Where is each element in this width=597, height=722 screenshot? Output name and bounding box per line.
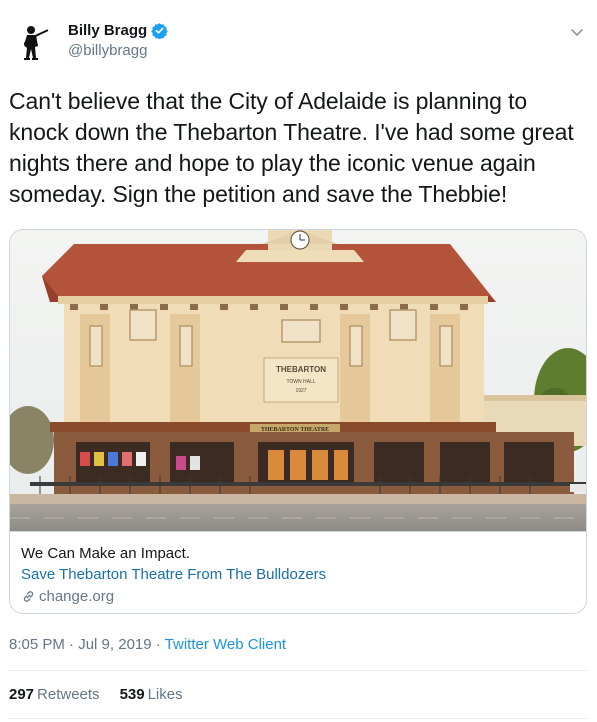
- display-name[interactable]: Billy Bragg: [68, 22, 147, 39]
- card-description: We Can Make an Impact.: [21, 545, 190, 562]
- tweet-date[interactable]: Jul 9, 2019: [78, 636, 151, 653]
- link-preview-card[interactable]: THEBARTON TOWN HALL 1927 THEBARTON THEAT…: [9, 229, 587, 614]
- plaque-subtitle: TOWN HALL: [286, 379, 315, 385]
- display-name-row[interactable]: Billy Bragg: [68, 22, 168, 39]
- likes-count: 539: [119, 686, 145, 703]
- plaque-year: 1927: [295, 388, 306, 394]
- retweets-count: 297: [9, 686, 35, 703]
- tweet-source-link[interactable]: Twitter Web Client: [165, 636, 286, 653]
- tweet-meta: 8:05 PM · Jul 9, 2019 · Twitter Web Clie…: [9, 636, 286, 653]
- card-title-link[interactable]: Save Thebarton Theatre From The Bulldoze…: [21, 564, 577, 586]
- guitarist-silhouette-icon: [9, 18, 57, 66]
- thebarton-theatre-photo: THEBARTON TOWN HALL 1927 THEBARTON THEAT…: [10, 230, 586, 531]
- engagement-stats: 297 Retweets 539 Likes: [9, 686, 183, 703]
- card-domain-text[interactable]: change.org: [39, 586, 114, 607]
- verified-badge-icon: [151, 23, 168, 39]
- tweet-text-line: nights there and hope to play the iconic…: [9, 150, 536, 176]
- tweet-text: Can't believe that the City of Adelaide …: [9, 86, 581, 210]
- meta-separator: ·: [151, 636, 165, 653]
- meta-separator: ·: [64, 636, 79, 653]
- divider: [9, 670, 587, 671]
- tweet-time[interactable]: 8:05 PM: [9, 636, 65, 653]
- likes-label: Likes: [147, 686, 183, 703]
- tweet-text-line: knock down the Thebarton Theatre. I've h…: [9, 119, 574, 145]
- retweets-stat[interactable]: 297 Retweets: [9, 686, 100, 703]
- tweet-text-line: Can't believe that the City of Adelaide …: [9, 88, 528, 114]
- plaque-name: THEBARTON: [276, 365, 326, 374]
- tweet-text-line: someday. Sign the petition and save the …: [9, 181, 508, 207]
- retweets-label: Retweets: [37, 686, 100, 703]
- tweet-header: Billy Bragg @billybragg: [9, 16, 589, 70]
- link-icon: [23, 591, 34, 602]
- card-image-theatre[interactable]: THEBARTON TOWN HALL 1927 THEBARTON THEAT…: [10, 230, 586, 532]
- card-domain[interactable]: change.org: [21, 586, 577, 607]
- divider: [9, 718, 587, 719]
- likes-stat[interactable]: 539 Likes: [120, 686, 183, 703]
- chevron-down-icon[interactable]: [569, 24, 585, 40]
- avatar[interactable]: [9, 18, 57, 66]
- user-handle[interactable]: @billybragg: [68, 42, 168, 59]
